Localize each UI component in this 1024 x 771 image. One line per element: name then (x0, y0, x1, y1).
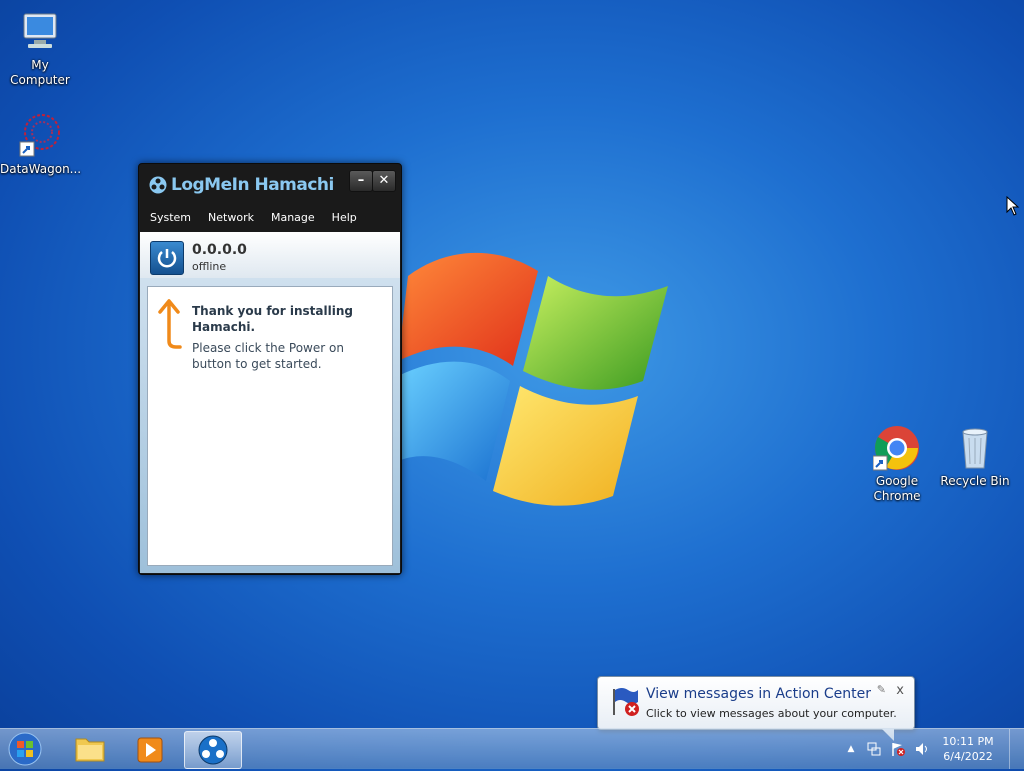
hamachi-taskbar-icon (198, 735, 228, 765)
media-player-icon (137, 737, 163, 763)
hamachi-body: Thank you for installing Hamachi. Please… (140, 278, 400, 573)
desktop-icon-label: Recycle Bin (940, 474, 1010, 488)
desktop-icon-recycle-bin[interactable]: Recycle Bin (935, 424, 1015, 489)
action-center-notification[interactable]: View messages in Action Center Click to … (597, 676, 915, 730)
close-button[interactable]: ✕ (372, 170, 396, 192)
ip-address: 0.0.0.0 (192, 242, 247, 258)
taskbar-clock[interactable]: 10:11 PM 6/4/2022 (938, 734, 998, 764)
show-desktop-button[interactable] (1009, 729, 1024, 769)
taskbar-explorer[interactable] (62, 731, 118, 767)
notification-text: Click to view messages about your comput… (646, 707, 897, 720)
desktop-icon-label: My Computer (10, 58, 70, 87)
computer-icon (16, 8, 64, 56)
taskbar-hamachi[interactable] (184, 731, 242, 769)
taskbar-media-player[interactable] (122, 731, 178, 767)
welcome-panel: Thank you for installing Hamachi. Please… (147, 286, 393, 566)
start-button[interactable] (4, 730, 46, 768)
connection-status: offline (192, 260, 227, 273)
notification-close-button[interactable]: x (896, 683, 904, 698)
folder-icon (75, 738, 105, 762)
clock-time: 10:11 PM (942, 735, 994, 748)
action-center-tray-icon[interactable] (890, 741, 906, 757)
desktop-icon-label: DataWagon... (0, 162, 82, 176)
hamachi-window[interactable]: LogMeIn Hamachi – ✕ System Network Manag… (138, 163, 402, 575)
datawagon-icon (16, 112, 64, 160)
desktop-icon-datawagon[interactable]: DataWagon... (0, 112, 82, 177)
menu-help[interactable]: Help (321, 206, 363, 230)
menu-network[interactable]: Network (197, 206, 260, 230)
welcome-text: Please click the Power on button to get … (192, 341, 344, 371)
up-arrow-icon (158, 299, 182, 349)
taskbar: ▲ 10:11 PM 6/4/2022 (0, 728, 1024, 769)
pin-icon[interactable]: ✎ (877, 683, 886, 696)
desktop-icon-google-chrome[interactable]: Google Chrome (857, 424, 937, 504)
power-icon (157, 249, 177, 268)
network-icon[interactable] (866, 741, 882, 757)
hamachi-logo-icon (149, 176, 167, 194)
chrome-icon (872, 424, 921, 472)
hamachi-menu-bar: System Network Manage Help (139, 206, 401, 230)
windows-start-icon (8, 732, 42, 766)
menu-manage[interactable]: Manage (260, 206, 321, 230)
menu-system[interactable]: System (139, 206, 197, 230)
windows-wallpaper-logo (398, 252, 668, 506)
power-button[interactable] (150, 241, 184, 275)
desktop-icon-my-computer[interactable]: My Computer (0, 8, 80, 88)
tray-show-hidden-arrow[interactable]: ▲ (843, 741, 859, 757)
desktop-icon-label: Google Chrome (873, 474, 921, 503)
mouse-cursor-icon (1006, 196, 1020, 216)
action-center-flag-icon (613, 688, 639, 716)
notification-title: View messages in Action Center (646, 686, 871, 702)
hamachi-title: LogMeIn Hamachi (149, 172, 349, 198)
recycle-bin-icon (951, 424, 999, 472)
hamachi-status-bar: 0.0.0.0 offline (140, 232, 400, 278)
minimize-button[interactable]: – (349, 170, 373, 192)
clock-date: 6/4/2022 (943, 750, 993, 763)
hamachi-title-text: LogMeIn Hamachi (171, 175, 334, 195)
welcome-title: Thank you for installing Hamachi. (192, 304, 353, 334)
volume-icon[interactable] (914, 741, 930, 757)
